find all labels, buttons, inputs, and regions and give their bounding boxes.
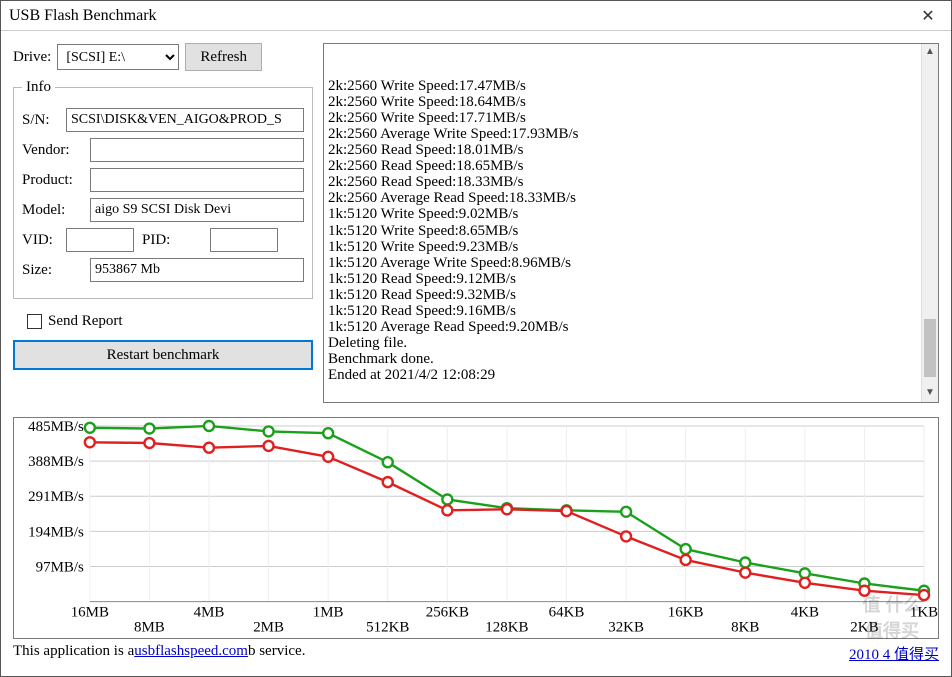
- product-field[interactable]: [90, 168, 304, 192]
- drive-label: Drive:: [13, 49, 51, 66]
- footer-link[interactable]: usbflashspeed.com: [134, 643, 248, 664]
- refresh-button[interactable]: Refresh: [185, 43, 262, 71]
- svg-text:4KB: 4KB: [791, 605, 819, 621]
- log-text: 2k:2560 Write Speed:17.47MB/s 2k:2560 Wr…: [328, 78, 934, 383]
- vid-field[interactable]: [66, 228, 134, 252]
- model-label: Model:: [22, 202, 86, 219]
- info-group: Info S/N: Vendor: Product: Model:: [13, 79, 313, 299]
- svg-text:2MB: 2MB: [253, 620, 284, 636]
- checkbox-icon: [27, 314, 42, 329]
- sn-label: S/N:: [22, 112, 62, 129]
- size-field[interactable]: [90, 258, 304, 282]
- svg-text:256KB: 256KB: [426, 605, 469, 621]
- window-title: USB Flash Benchmark: [1, 7, 905, 25]
- model-field[interactable]: [90, 198, 304, 222]
- scroll-thumb[interactable]: [924, 319, 936, 377]
- size-label: Size:: [22, 262, 86, 279]
- send-report-label: Send Report: [48, 313, 123, 330]
- svg-text:32KB: 32KB: [608, 620, 644, 636]
- svg-text:16KB: 16KB: [668, 605, 704, 621]
- svg-text:4MB: 4MB: [194, 605, 225, 621]
- benchmark-chart: 97MB/s 194MB/s 291MB/s 388MB/s 485MB/s 16MB 8M…: [13, 417, 939, 639]
- titlebar: USB Flash Benchmark ✕: [1, 1, 951, 31]
- log-output[interactable]: 2k:2560 Write Speed:17.47MB/s 2k:2560 Wr…: [323, 43, 939, 403]
- scroll-down-icon[interactable]: ▼: [922, 385, 938, 402]
- svg-text:16MB: 16MB: [71, 605, 109, 621]
- restart-benchmark-button[interactable]: Restart benchmark: [13, 340, 313, 370]
- footer-link2[interactable]: 2010 4 值得买: [849, 643, 939, 664]
- footer-mid: b service.: [248, 643, 305, 664]
- scroll-up-icon[interactable]: ▲: [922, 44, 938, 61]
- send-report-checkbox[interactable]: Send Report: [27, 313, 313, 330]
- svg-text:8KB: 8KB: [731, 620, 759, 636]
- svg-text:8MB: 8MB: [134, 620, 165, 636]
- svg-text:291MB/s: 291MB/s: [28, 489, 84, 505]
- vendor-label: Vendor:: [22, 142, 86, 159]
- scrollbar[interactable]: ▲ ▼: [921, 44, 938, 402]
- svg-text:64KB: 64KB: [549, 605, 585, 621]
- drive-select[interactable]: [SCSI] E:\: [57, 44, 179, 70]
- svg-text:128KB: 128KB: [485, 620, 528, 636]
- svg-text:194MB/s: 194MB/s: [28, 524, 84, 540]
- svg-text:97MB/s: 97MB/s: [36, 559, 84, 575]
- svg-text:388MB/s: 388MB/s: [28, 454, 84, 470]
- pid-field[interactable]: [210, 228, 278, 252]
- footer: This application is a usbflashspeed.com …: [13, 643, 939, 664]
- sn-field[interactable]: [66, 108, 304, 132]
- svg-text:2KB: 2KB: [850, 620, 878, 636]
- chart-svg: 97MB/s 194MB/s 291MB/s 388MB/s 485MB/s 16MB 8M…: [14, 418, 938, 642]
- pid-label: PID:: [142, 232, 206, 249]
- info-legend: Info: [22, 79, 55, 96]
- svg-text:1MB: 1MB: [313, 605, 344, 621]
- footer-pre: This application is a: [13, 643, 134, 664]
- svg-text:1KB: 1KB: [910, 605, 938, 621]
- svg-text:485MB/s: 485MB/s: [28, 419, 84, 435]
- svg-text:512KB: 512KB: [366, 620, 409, 636]
- close-icon[interactable]: ✕: [905, 1, 951, 30]
- vid-label: VID:: [22, 232, 62, 249]
- vendor-field[interactable]: [90, 138, 304, 162]
- product-label: Product:: [22, 172, 86, 189]
